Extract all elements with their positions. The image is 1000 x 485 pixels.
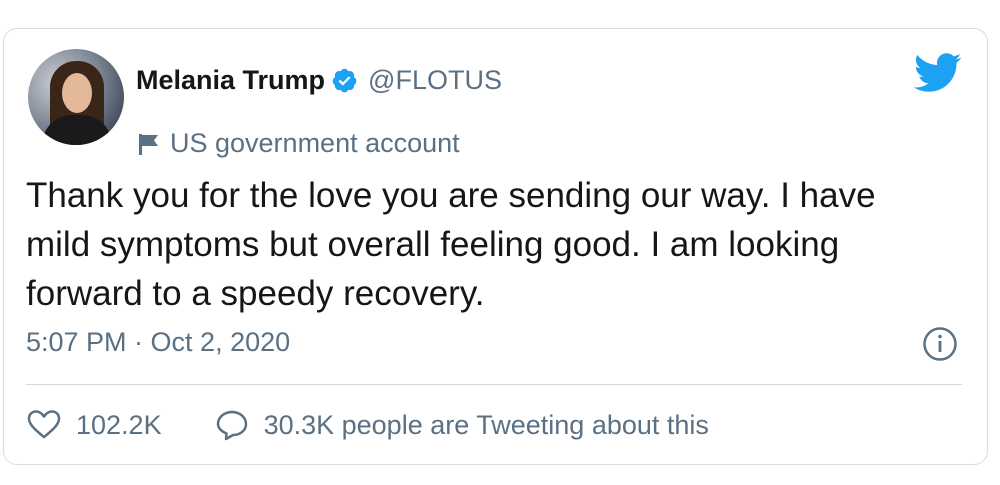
author-row: Melania Trump @FLOTUS [136,65,502,96]
like-count: 102.2K [76,409,162,440]
tweet-text-line: Thank you for the love you are sending o… [26,176,876,215]
divider [26,384,962,385]
avatar[interactable] [28,49,124,145]
tweet-card: Melania Trump @FLOTUS US government acco… [3,28,988,465]
account-label: US government account [138,128,460,159]
tweet-actions: 102.2K 30.3K people are Tweeting about t… [26,407,709,443]
twitter-bird-icon[interactable] [914,53,962,93]
info-icon[interactable] [922,326,958,362]
tweet-timestamp[interactable]: 5:07 PM · Oct 2, 2020 [26,327,290,358]
author-display-name[interactable]: Melania Trump [136,65,325,96]
tweet-text: Thank you for the love you are sending o… [26,171,961,318]
tweet-text-line: forward to a speedy recovery. [26,274,485,313]
like-button[interactable]: 102.2K [26,407,162,443]
avatar-face [62,73,92,113]
speech-bubble-icon [216,410,247,441]
reply-button[interactable]: 30.3K people are Tweeting about this [214,407,709,443]
heart-icon [27,410,61,439]
tweeting-about-this-link: 30.3K people are Tweeting about this [263,409,709,440]
flag-icon [139,133,158,155]
verified-badge-icon [332,68,357,93]
author-handle[interactable]: @FLOTUS [368,65,502,96]
account-label-text: US government account [170,128,460,158]
tweet-text-line: mild symptoms but overall feeling good. … [26,225,840,264]
